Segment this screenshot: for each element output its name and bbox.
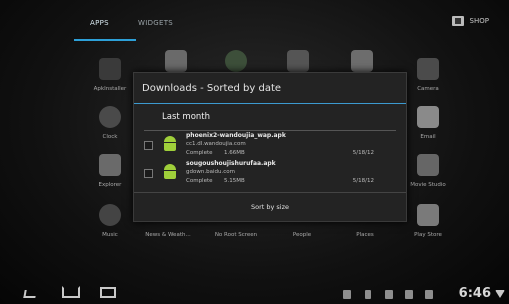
app-calculator[interactable] — [270, 50, 326, 72]
system-bar: 6:46 — [0, 282, 509, 304]
gmail-icon — [165, 50, 187, 72]
home-screen: APPS WIDGETS SHOP ApkInstaller Camera Cl… — [0, 0, 509, 304]
app-music[interactable]: Music — [82, 204, 138, 238]
section-header: Last month — [134, 104, 406, 130]
music-icon — [99, 204, 121, 226]
android-notification-icon[interactable] — [343, 290, 351, 299]
download-item[interactable]: sougoushoujishurufaa.apk gdown.baidu.com… — [134, 159, 406, 187]
dialog-header: Downloads - Sorted by date — [134, 73, 406, 104]
section-title: Last month — [162, 112, 210, 122]
app-drawer-tabs: APPS WIDGETS SHOP — [74, 14, 489, 41]
select-checkbox[interactable] — [144, 141, 153, 150]
tab-widgets[interactable]: WIDGETS — [138, 19, 173, 27]
calculator-icon — [287, 50, 309, 72]
shop-button[interactable]: SHOP — [451, 16, 489, 26]
download-date: 5/18/12 — [352, 150, 374, 156]
movie-studio-icon — [417, 154, 439, 176]
status-clock[interactable]: 6:46 — [459, 286, 491, 301]
play-store-icon — [417, 204, 439, 226]
download-item[interactable]: phoenix2-wandoujia_wap.apk cc1.dl.wandou… — [134, 131, 406, 159]
tab-apps[interactable]: APPS — [90, 19, 109, 27]
file-size: 5.15MB — [224, 178, 245, 184]
explorer-icon — [99, 154, 121, 176]
file-name: sougoushoujishurufaa.apk — [186, 160, 276, 167]
android-robot-icon — [163, 136, 177, 152]
shop-label: SHOP — [469, 17, 489, 25]
app-apkinstaller[interactable]: ApkInstaller — [82, 58, 138, 92]
app-play-store[interactable]: Play Store — [400, 204, 456, 238]
file-name: phoenix2-wandoujia_wap.apk — [186, 132, 286, 139]
download-status: Complete — [186, 178, 213, 184]
select-checkbox[interactable] — [144, 169, 153, 178]
email-icon — [417, 106, 439, 128]
shopping-bag-icon — [451, 16, 464, 26]
android-robot-icon — [163, 164, 177, 180]
app-clock[interactable]: Clock — [82, 106, 138, 140]
sort-by-size-button[interactable]: Sort by size — [134, 192, 406, 221]
active-tab-indicator — [74, 39, 136, 41]
globe-icon — [225, 50, 247, 72]
home-icon[interactable] — [62, 286, 80, 298]
wifi-icon — [495, 290, 505, 298]
download-date: 5/18/12 — [352, 178, 374, 184]
file-host: gdown.baidu.com — [186, 169, 235, 175]
clock-icon — [99, 106, 121, 128]
app-camera[interactable]: Camera — [400, 58, 456, 92]
usb-icon[interactable] — [365, 290, 371, 299]
back-icon[interactable] — [23, 290, 37, 298]
app-gmail[interactable] — [148, 50, 204, 72]
app-explorer[interactable]: Explorer — [82, 154, 138, 188]
app-browser[interactable] — [208, 50, 264, 72]
app-email[interactable]: Email — [400, 106, 456, 140]
download-icon[interactable] — [405, 290, 413, 299]
gallery-icon — [351, 50, 373, 72]
file-size: 1.66MB — [224, 150, 245, 156]
sort-button-label: Sort by size — [250, 203, 290, 211]
apkinstaller-icon — [99, 58, 121, 80]
download-status: Complete — [186, 150, 213, 156]
download-icon[interactable] — [425, 290, 433, 299]
dialog-title: Downloads - Sorted by date — [142, 82, 282, 94]
recent-apps-icon[interactable] — [100, 287, 116, 298]
app-gallery[interactable] — [334, 50, 390, 72]
app-movie-studio[interactable]: Movie Studio — [400, 154, 456, 188]
downloads-dialog: Downloads - Sorted by date Last month ph… — [133, 72, 407, 222]
camera-icon — [417, 58, 439, 80]
sd-card-icon[interactable] — [385, 290, 393, 299]
file-host: cc1.dl.wandoujia.com — [186, 141, 246, 147]
